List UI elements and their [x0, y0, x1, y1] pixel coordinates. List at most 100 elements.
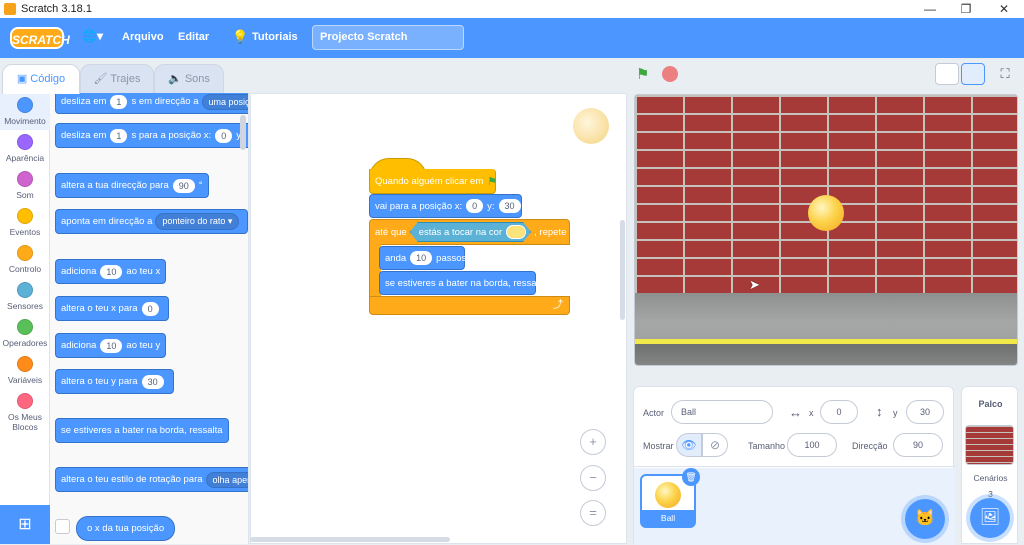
sprite-panel: Actor Ball ↔ x 0 ↕ y 30 Mostrar 👁 ⊘ Tama…: [633, 386, 955, 545]
language-globe-icon[interactable]: 🌐▾: [82, 29, 103, 43]
script-area-scrollbar[interactable]: [620, 220, 625, 320]
block-change-x[interactable]: adiciona 10 ao teu x: [55, 259, 167, 284]
x-position-checkbox[interactable]: [55, 519, 70, 534]
block-set-rotation-style[interactable]: altera o teu estilo de rotação para olha…: [55, 467, 248, 492]
y-label: y: [893, 408, 898, 418]
size-input[interactable]: 100: [787, 433, 837, 457]
code-icon: ▣: [16, 73, 31, 85]
block-point-in-direction[interactable]: altera a tua direcção para 90 °: [55, 173, 209, 198]
category-events[interactable]: Eventos: [0, 208, 50, 237]
script-area[interactable]: [250, 93, 627, 544]
choose-backdrop-button[interactable]: 🖼: [970, 498, 1010, 538]
touching-color-block[interactable]: estás a tocar na cor: [410, 222, 531, 242]
window-title: Scratch 3.18.1: [21, 3, 92, 15]
category-sound[interactable]: Som: [0, 171, 50, 200]
motion-dot-icon: [17, 97, 33, 113]
add-extension-button[interactable]: ⊞: [0, 505, 50, 544]
small-stage-button[interactable]: [935, 63, 959, 85]
block-glide-xy[interactable]: desliza em 1 s para a posição x: 0 y: [55, 123, 248, 148]
sensing-dot-icon: [17, 282, 33, 298]
choose-sprite-button[interactable]: 🐱: [905, 499, 945, 539]
block-set-y[interactable]: altera o teu y para 30: [55, 369, 174, 394]
green-flag-icon[interactable]: ⚑: [636, 65, 649, 83]
move-steps-block[interactable]: anda 10 passos: [379, 246, 466, 270]
actor-name-input[interactable]: Ball: [671, 400, 773, 424]
project-title-input[interactable]: Projecto Scratch: [312, 25, 464, 50]
category-my-blocks[interactable]: Os Meus Blocos: [0, 393, 50, 432]
maximize-button[interactable]: ❐: [948, 0, 984, 18]
tab-code[interactable]: ▣ Código: [2, 64, 80, 94]
x-position-input[interactable]: 0: [820, 400, 858, 424]
category-looks[interactable]: Aparência: [0, 134, 50, 163]
block-palette: desliza em 1 s em direcção a uma posiçã …: [50, 93, 249, 544]
category-operators[interactable]: Operadores: [0, 319, 50, 348]
direction-input[interactable]: 90: [893, 433, 943, 457]
color-picker-swatch[interactable]: [506, 225, 526, 239]
green-flag-icon: ⚑: [487, 175, 498, 188]
stop-icon[interactable]: [662, 66, 678, 82]
normal-stage-button[interactable]: [961, 63, 985, 85]
category-variables[interactable]: Variáveis: [0, 356, 50, 385]
sprite-thumbnail-watermark: [573, 108, 609, 144]
horizontal-arrows-icon: ↔: [789, 405, 802, 420]
close-button[interactable]: ✕: [986, 0, 1022, 18]
direction-label: Direcção: [852, 441, 888, 451]
cat-icon: 🐱: [915, 510, 935, 527]
loop-arrow-icon: ⤴: [553, 300, 563, 311]
scratch-logo[interactable]: SCRATCH: [10, 27, 70, 49]
palette-scrollbar[interactable]: [240, 115, 246, 150]
stage-panel-title: Palco: [978, 399, 1003, 409]
block-glide-to[interactable]: desliza em 1 s em direcção a uma posiçã: [55, 93, 248, 114]
when-flag-clicked-block[interactable]: Quando alguém clicar em ⚑: [369, 169, 498, 194]
backdrop-thumbnail[interactable]: [965, 425, 1014, 465]
zoom-reset-icon: =: [589, 505, 597, 520]
menu-edit[interactable]: Editar: [178, 31, 209, 43]
minimize-button[interactable]: —: [912, 0, 948, 18]
looks-dot-icon: [17, 134, 33, 150]
sprite-list: Ball 🗑: [634, 468, 955, 545]
sprite-tile[interactable]: Ball 🗑: [640, 468, 700, 528]
y-position-input[interactable]: 30: [906, 400, 944, 424]
stage-selector-panel: Palco Cenários 3 🖼: [961, 386, 1018, 544]
tab-costumes[interactable]: 🖌 Trajes: [80, 64, 154, 94]
show-label: Mostrar: [643, 441, 674, 451]
category-control[interactable]: Controlo: [0, 245, 50, 274]
x-label: x: [809, 408, 814, 418]
goto-xy-block[interactable]: vai para a posição x: 0 y: 30: [369, 194, 522, 218]
block-point-towards[interactable]: aponta em direcção a ponteiro do rato ▾: [55, 209, 248, 234]
variables-dot-icon: [17, 356, 33, 372]
menu-bar: SCRATCH 🌐▾ Arquivo Editar 💡 Tutoriais Pr…: [0, 18, 1024, 58]
block-x-position[interactable]: o x da tua posição: [76, 516, 176, 541]
category-sensing[interactable]: Sensores: [0, 282, 50, 311]
block-bounce[interactable]: se estiveres a bater na borda, ressalta: [55, 418, 229, 443]
road: [635, 344, 1017, 365]
category-motion[interactable]: Movimento: [0, 93, 50, 130]
zoom-reset-button[interactable]: =: [580, 500, 606, 526]
block-change-y[interactable]: adiciona 10 ao teu y: [55, 333, 167, 358]
script-area-hscrollbar[interactable]: [250, 537, 450, 542]
tab-sounds[interactable]: 🔈 Sons: [154, 64, 224, 94]
control-dot-icon: [17, 245, 33, 261]
bounce-on-edge-block[interactable]: se estiveres a bater na borda, ressalta: [379, 271, 547, 295]
fullscreen-icon[interactable]: ⛶: [993, 63, 1017, 85]
category-menu: Movimento Aparência Som Eventos Controlo…: [0, 93, 50, 544]
block-set-x[interactable]: altera o teu x para 0: [55, 296, 169, 321]
window-title-bar: Scratch 3.18.1 — ❐ ✕: [0, 0, 1024, 18]
menu-file[interactable]: Arquivo: [122, 31, 164, 43]
stage[interactable]: ➤: [634, 94, 1018, 366]
zoom-out-button[interactable]: −: [580, 465, 606, 491]
mouse-cursor-icon: ➤: [749, 277, 760, 292]
zoom-in-icon: +: [589, 434, 597, 449]
brick-wall-backdrop: [635, 95, 1017, 293]
repeat-until-block[interactable]: até que estás a tocar na cor , repete: [369, 219, 570, 245]
zoom-in-button[interactable]: +: [580, 429, 606, 455]
show-sprite-eye-icon[interactable]: 👁: [676, 433, 702, 457]
delete-trash-icon[interactable]: 🗑: [682, 468, 700, 486]
hide-sprite-eye-icon[interactable]: ⊘: [702, 433, 728, 457]
brush-icon: 🖌: [93, 73, 111, 85]
extension-icon: ⊞: [18, 516, 32, 533]
my-blocks-dot-icon: [17, 393, 33, 409]
ball-sprite[interactable]: [808, 195, 844, 231]
menu-tutorials[interactable]: Tutoriais: [252, 31, 298, 43]
backdrops-label: Cenários: [973, 473, 1008, 483]
